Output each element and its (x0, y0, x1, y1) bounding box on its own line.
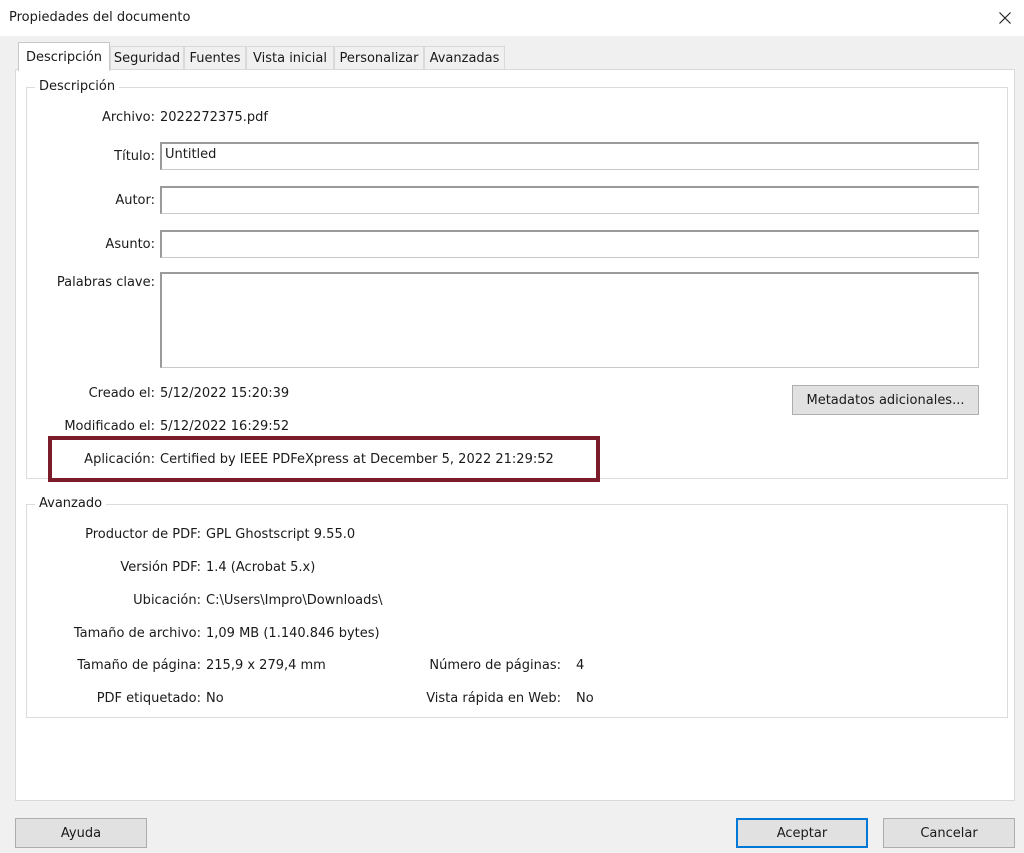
tab-descripcion[interactable]: Descripción (18, 42, 110, 71)
title-bar: Propiedades del documento (0, 0, 1024, 36)
title-field[interactable]: Untitled (160, 142, 979, 170)
author-label: Autor: (115, 193, 155, 208)
pdf-version-value: 1.4 (Acrobat 5.x) (206, 560, 316, 575)
pdf-version-label: Versión PDF: (120, 560, 201, 575)
description-group-title: Descripción (35, 78, 120, 96)
keywords-label: Palabras clave: (56, 275, 155, 290)
pdf-producer-label: Productor de PDF: (85, 527, 201, 542)
help-button[interactable]: Ayuda (15, 818, 147, 848)
modified-value: 5/12/2022 16:29:52 (160, 419, 290, 434)
created-label: Creado el: (88, 386, 155, 401)
advanced-group-title: Avanzado (35, 495, 107, 513)
advanced-group: Avanzado Productor de PDF: GPL Ghostscri… (26, 495, 1008, 718)
accept-button[interactable]: Aceptar (736, 818, 868, 848)
tab-vista-inicial[interactable]: Vista inicial (246, 46, 334, 70)
application-label: Aplicación: (84, 452, 155, 467)
tab-seguridad[interactable]: Seguridad (110, 46, 184, 70)
application-value: Certified by IEEE PDFeXpress at December… (160, 452, 554, 467)
file-value: 2022272375.pdf (160, 110, 268, 125)
modified-label: Modificado el: (64, 419, 155, 434)
location-value: C:\Users\Impro\Downloads\ (206, 593, 383, 608)
location-label: Ubicación: (133, 593, 201, 608)
keywords-field[interactable] (160, 272, 979, 368)
close-icon (999, 12, 1011, 24)
tab-avanzadas[interactable]: Avanzadas (424, 46, 505, 70)
author-field[interactable] (160, 186, 979, 214)
subject-label: Asunto: (105, 237, 155, 252)
subject-field[interactable] (160, 230, 979, 258)
cancel-button[interactable]: Cancelar (883, 818, 1015, 848)
file-size-label: Tamaño de archivo: (73, 626, 201, 641)
tagged-pdf-label: PDF etiquetado: (96, 691, 201, 706)
pdf-producer-value: GPL Ghostscript 9.55.0 (206, 527, 356, 542)
page-count-label: Número de páginas: (429, 658, 561, 673)
page-size-label: Tamaño de página: (77, 658, 201, 673)
page-count-value: 4 (576, 658, 585, 673)
additional-metadata-button[interactable]: Metadatos adicionales... (792, 385, 979, 415)
description-group: Descripción Archivo: 2022272375.pdf Títu… (26, 78, 1008, 479)
fast-web-view-value: No (576, 691, 594, 706)
tab-personalizar[interactable]: Personalizar (334, 46, 424, 70)
tab-panel: Descripción Archivo: 2022272375.pdf Títu… (15, 69, 1015, 801)
file-label: Archivo: (102, 110, 155, 125)
tab-fuentes[interactable]: Fuentes (184, 46, 246, 70)
created-value: 5/12/2022 15:20:39 (160, 386, 290, 401)
title-label: Título: (114, 149, 155, 164)
window-title: Propiedades del documento (9, 10, 191, 25)
page-size-value: 215,9 x 279,4 mm (206, 658, 326, 673)
close-button[interactable] (986, 0, 1024, 36)
file-size-value: 1,09 MB (1.140.846 bytes) (206, 626, 380, 641)
tagged-pdf-value: No (206, 691, 224, 706)
fast-web-view-label: Vista rápida en Web: (426, 691, 561, 706)
